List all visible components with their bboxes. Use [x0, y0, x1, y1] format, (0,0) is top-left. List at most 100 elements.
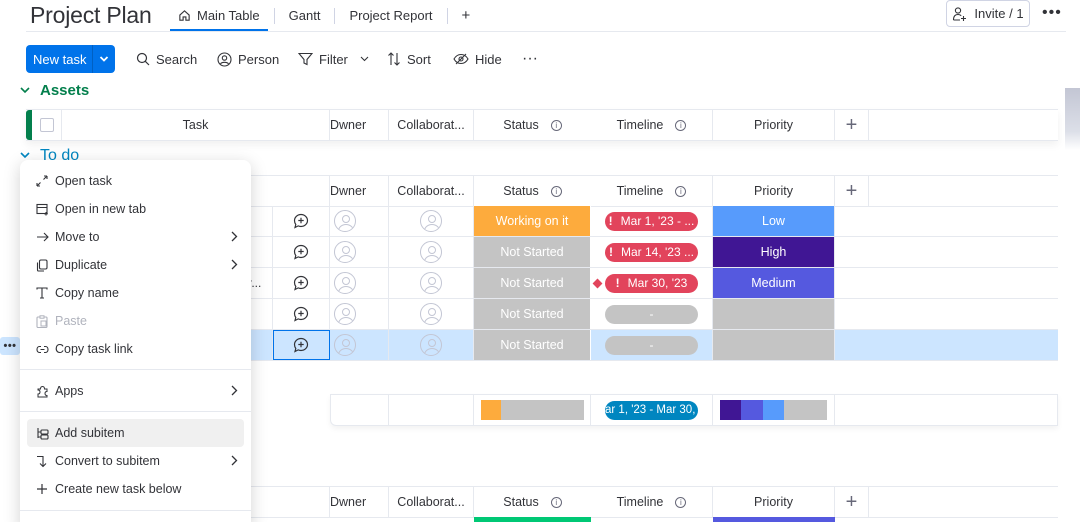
empty-avatar-icon[interactable] [334, 303, 356, 325]
add-update-icon[interactable] [293, 306, 309, 322]
column-status[interactable]: Status i [474, 110, 591, 140]
column-owner[interactable]: Dwner [330, 176, 389, 206]
tab-gantt[interactable]: Gantt [281, 0, 329, 31]
table-row[interactable]: Not Started - [240, 330, 1058, 361]
owner-cell[interactable] [330, 268, 389, 298]
timeline-cell[interactable]: ! Mar 1, '23 - ... [591, 206, 713, 236]
column-status[interactable]: Status i [474, 176, 591, 206]
table-row[interactable]: r... Not Started ! Mar 30, '23 Medium [240, 268, 1058, 299]
menu-item-create-new-task-below[interactable]: Create new task below [27, 475, 244, 503]
column-owner[interactable]: Dwner [330, 487, 389, 517]
collaborators-cell[interactable] [389, 237, 474, 267]
menu-item-apps[interactable]: Apps [27, 377, 244, 405]
updates-cell[interactable] [273, 330, 330, 360]
empty-avatar-icon[interactable] [420, 334, 442, 356]
priority-distribution-bar[interactable] [720, 400, 828, 420]
owner-cell[interactable] [330, 206, 389, 236]
select-all-checkbox[interactable] [39, 118, 54, 132]
priority-distribution-segment[interactable] [720, 400, 742, 420]
info-icon[interactable]: i [550, 185, 562, 197]
summary-status[interactable] [474, 395, 591, 425]
priority-distribution-segment[interactable] [784, 400, 828, 420]
column-timeline[interactable]: Timeline i [591, 110, 713, 140]
status-cell[interactable]: Not Started [474, 268, 591, 298]
menu-item-convert-to-subitem[interactable]: Convert to subitem [27, 447, 244, 475]
vertical-scrollbar[interactable] [1065, 88, 1080, 150]
tab-main-table[interactable]: Main Table [170, 0, 268, 31]
next-group-priority-cell[interactable] [713, 517, 835, 522]
column-timeline[interactable]: Timeline i [591, 487, 713, 517]
priority-distribution-segment[interactable] [741, 400, 763, 420]
info-icon[interactable]: i [675, 496, 687, 508]
add-update-icon[interactable] [293, 275, 309, 291]
timeline-cell[interactable]: - [591, 299, 713, 329]
updates-cell[interactable] [273, 268, 330, 298]
column-collaborators[interactable]: Collaborat... [389, 110, 474, 140]
owner-cell[interactable] [330, 237, 389, 267]
new-task-button[interactable]: New task [26, 45, 115, 73]
status-cell[interactable]: Not Started [474, 299, 591, 329]
column-timeline[interactable]: Timeline i [591, 176, 713, 206]
table-row[interactable]: Working on it ! Mar 1, '23 - ... Low [240, 206, 1058, 237]
column-collaborators[interactable]: Collaborat... [389, 176, 474, 206]
updates-cell[interactable] [273, 237, 330, 267]
updates-cell[interactable] [273, 206, 330, 236]
info-icon[interactable]: i [550, 496, 562, 508]
owner-cell[interactable] [330, 330, 389, 360]
invite-button[interactable]: Invite / 1 [946, 0, 1030, 27]
empty-avatar-icon[interactable] [334, 210, 356, 232]
status-cell[interactable]: Not Started [474, 237, 591, 267]
empty-avatar-icon[interactable] [334, 272, 356, 294]
add-column-button[interactable]: + [835, 487, 869, 517]
summary-priority[interactable] [713, 395, 835, 425]
collaborators-cell[interactable] [389, 299, 474, 329]
board-more-button[interactable]: ••• [1042, 4, 1062, 22]
add-update-icon[interactable] [293, 244, 309, 260]
group-title[interactable]: Assets [40, 82, 89, 99]
timeline-pill[interactable]: - [605, 335, 698, 355]
table-row[interactable]: Not Started - [240, 299, 1058, 330]
filter-button[interactable]: Filter [298, 45, 369, 73]
priority-cell[interactable]: Medium [713, 268, 835, 298]
menu-item-open-task[interactable]: Open task [27, 167, 244, 195]
menu-item-open-in-new-tab[interactable]: Open in new tab [27, 195, 244, 223]
column-status[interactable]: Status i [474, 487, 591, 517]
chevron-down-icon[interactable] [20, 85, 30, 97]
sort-button[interactable]: Sort [387, 45, 431, 73]
chevron-down-icon[interactable] [360, 56, 369, 62]
summary-timeline[interactable]: ar 1, '23 - Mar 30, '2 [591, 395, 713, 425]
add-update-icon[interactable] [293, 213, 309, 229]
add-column-button[interactable]: + [835, 176, 869, 206]
status-distribution-segment[interactable] [480, 400, 502, 420]
timeline-cell[interactable]: - [591, 330, 713, 360]
add-view-button[interactable]: + [454, 0, 479, 31]
status-distribution-segment[interactable] [501, 400, 584, 420]
owner-cell[interactable] [330, 299, 389, 329]
menu-item-duplicate[interactable]: Duplicate [27, 251, 244, 279]
status-cell[interactable]: Working on it [474, 206, 591, 236]
timeline-pill[interactable]: ! Mar 14, '23 ... [605, 242, 698, 262]
empty-avatar-icon[interactable] [334, 334, 356, 356]
timeline-cell[interactable]: ! Mar 30, '23 [591, 268, 713, 298]
info-icon[interactable]: i [550, 119, 562, 131]
column-priority[interactable]: Priority [713, 487, 835, 517]
empty-avatar-icon[interactable] [420, 303, 442, 325]
empty-avatar-icon[interactable] [420, 241, 442, 263]
menu-item-add-subitem[interactable]: Add subitem [27, 419, 244, 447]
add-update-icon[interactable] [293, 337, 309, 353]
collaborators-cell[interactable] [389, 268, 474, 298]
group-header-assets[interactable]: Assets [20, 82, 89, 99]
menu-item-copy-task-link[interactable]: Copy task link [27, 335, 244, 363]
empty-avatar-icon[interactable] [420, 272, 442, 294]
column-priority[interactable]: Priority [713, 110, 835, 140]
next-group-status-cell[interactable] [474, 517, 591, 522]
status-distribution-bar[interactable] [480, 400, 584, 420]
priority-cell[interactable] [713, 299, 835, 329]
updates-cell[interactable] [273, 299, 330, 329]
add-column-button[interactable]: + [835, 110, 869, 140]
priority-cell[interactable]: Low [713, 206, 835, 236]
hide-button[interactable]: Hide [453, 45, 502, 73]
priority-cell[interactable]: High [713, 237, 835, 267]
timeline-cell[interactable]: ! Mar 14, '23 ... [591, 237, 713, 267]
toolbar-more-button[interactable]: ··· [522, 45, 538, 73]
